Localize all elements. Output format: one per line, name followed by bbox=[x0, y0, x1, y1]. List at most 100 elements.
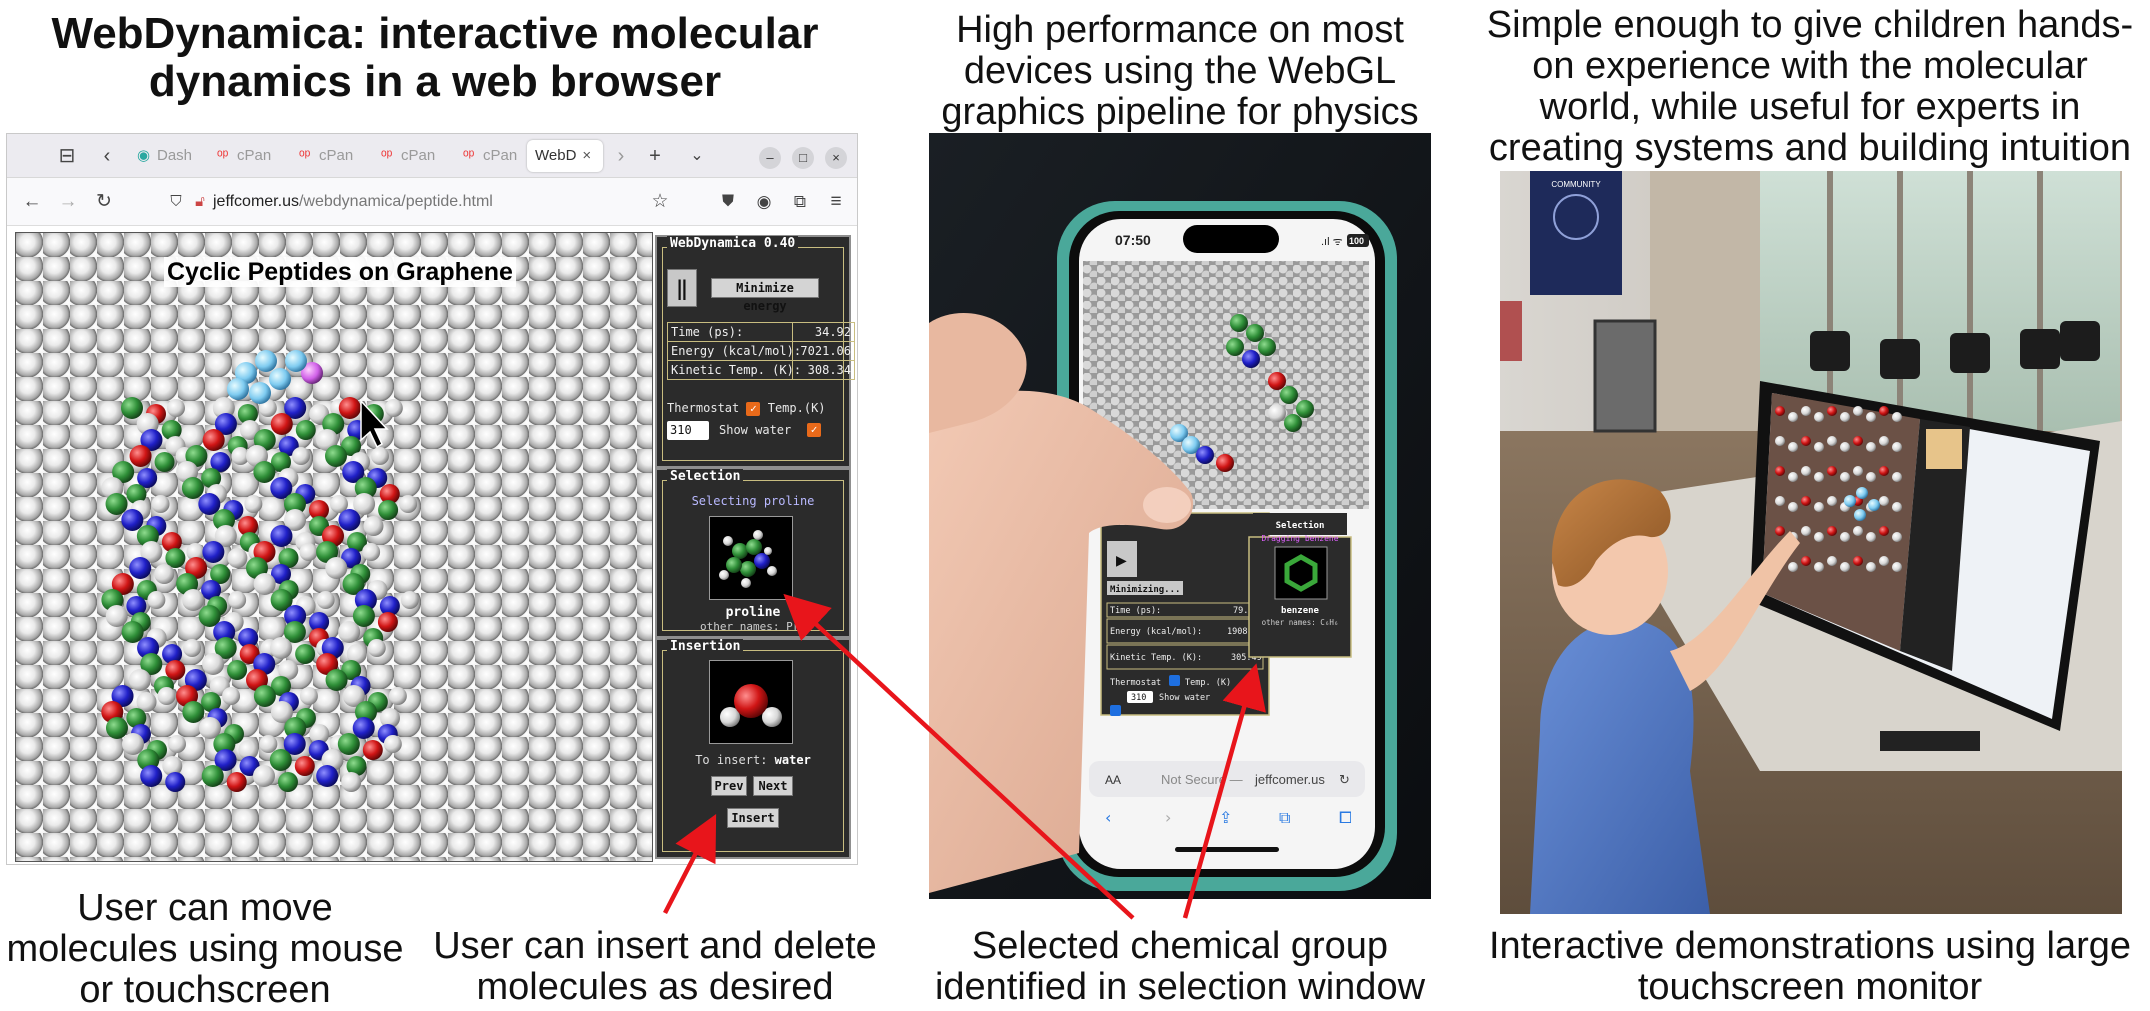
wall-fixture bbox=[1593, 319, 1657, 433]
temperature-input[interactable]: 310 bbox=[667, 421, 709, 440]
atom bbox=[129, 445, 152, 467]
atom bbox=[249, 382, 271, 404]
atom bbox=[1879, 406, 1889, 416]
bookmark-star-icon[interactable]: ☆ bbox=[647, 178, 673, 226]
atom bbox=[269, 368, 291, 390]
shield-icon[interactable]: ⛉ bbox=[163, 178, 189, 226]
close-window-icon[interactable]: × bbox=[825, 147, 847, 169]
atom bbox=[253, 573, 276, 595]
phone-selected-other-names: other names: C₆H₆ bbox=[1262, 618, 1339, 627]
stat-value: 308.34 bbox=[807, 363, 851, 377]
account-icon[interactable]: ◉ bbox=[751, 178, 777, 226]
atom bbox=[151, 495, 170, 513]
tab-label: WebD bbox=[535, 147, 577, 164]
insecure-lock-icon[interactable]: 🔓︎ bbox=[187, 178, 213, 226]
water-molecule-icon bbox=[720, 684, 782, 727]
simulation-canvas[interactable]: Cyclic Peptides on Graphene bbox=[15, 232, 653, 862]
atom bbox=[1788, 472, 1798, 482]
atom bbox=[299, 687, 318, 705]
tab-scroll-left-icon[interactable]: ‹ bbox=[95, 134, 119, 178]
tab-list-icon[interactable]: ⊟ bbox=[52, 134, 82, 178]
tab-cpanel-2[interactable]: ᵒᵖ cPan bbox=[299, 140, 373, 172]
pause-button[interactable]: ‖ bbox=[667, 269, 697, 307]
atom bbox=[183, 639, 202, 657]
atom bbox=[1827, 496, 1837, 506]
phone-back-icon[interactable]: ‹ bbox=[1105, 808, 1111, 827]
atom bbox=[1814, 472, 1824, 482]
thermostat-checkbox[interactable]: ✓ bbox=[746, 401, 761, 416]
classroom-scene: COMMUNITY bbox=[1500, 171, 2122, 914]
atom bbox=[1280, 386, 1298, 404]
atom bbox=[227, 378, 249, 400]
phone-tabs-icon[interactable]: ⧠ bbox=[1339, 808, 1352, 827]
next-button[interactable]: Next bbox=[753, 776, 793, 796]
phone-photo: 07:50 .ıl ᯤ 100 amica 0.40 ▶ Minimizing.… bbox=[929, 133, 1431, 899]
phone-thermostat-checkbox[interactable] bbox=[1169, 675, 1180, 686]
atom bbox=[277, 772, 298, 792]
forward-icon[interactable]: → bbox=[55, 178, 81, 226]
show-water-label: Show water bbox=[719, 423, 792, 437]
tab-cpanel-4[interactable]: ᵒᵖ cPan bbox=[463, 140, 535, 172]
atom bbox=[105, 493, 128, 515]
pocket-icon[interactable]: ⛊ bbox=[715, 178, 741, 226]
phone-reader-icon[interactable]: AA bbox=[1105, 773, 1121, 787]
atom bbox=[295, 644, 316, 664]
tab-scroll-right-icon[interactable]: › bbox=[611, 134, 631, 178]
atom bbox=[1844, 495, 1856, 507]
atom bbox=[338, 621, 361, 643]
atom bbox=[1258, 338, 1276, 356]
reload-icon[interactable]: ↻ bbox=[91, 178, 117, 226]
tab-dashboard[interactable]: ◉ Dash bbox=[137, 140, 207, 172]
phone-bookmarks-icon[interactable]: ⧉ bbox=[1279, 808, 1290, 827]
prev-button[interactable]: Prev bbox=[711, 776, 747, 796]
new-tab-icon[interactable]: + bbox=[641, 134, 669, 178]
stat-value: 34.92 bbox=[814, 325, 851, 339]
maximize-window-icon[interactable]: □ bbox=[792, 147, 814, 169]
extensions-icon[interactable]: ⧉ bbox=[787, 178, 813, 226]
url-bar[interactable]: jeffcomer.us/webdynamica/peptide.html bbox=[213, 185, 643, 218]
tab-overflow-chevron-icon[interactable]: ⌄ bbox=[683, 134, 711, 178]
tab-cpanel-3[interactable]: ᵒᵖ cPan bbox=[381, 140, 455, 172]
phone-stat-label: Kinetic Temp. (K): bbox=[1110, 653, 1202, 663]
cpanel-tab-icon: ᵒᵖ bbox=[463, 147, 475, 165]
atom bbox=[122, 733, 145, 755]
phone-temp-label: Temp. (K) bbox=[1185, 678, 1231, 688]
back-icon[interactable]: ← bbox=[19, 178, 45, 226]
battery-level: 100 bbox=[1349, 236, 1364, 246]
atom bbox=[1775, 466, 1785, 476]
minimize-energy-button[interactable]: Minimize energy bbox=[711, 278, 819, 313]
phone-show-water-checkbox[interactable] bbox=[1110, 705, 1121, 716]
atom bbox=[285, 350, 307, 372]
atom bbox=[1868, 499, 1880, 511]
selected-proline-molecule[interactable] bbox=[227, 350, 323, 404]
phone-forward-icon[interactable]: › bbox=[1165, 808, 1171, 827]
atom bbox=[1892, 532, 1902, 542]
minimize-window-icon[interactable]: – bbox=[759, 147, 781, 169]
stat-energy: Energy (kcal/mol): 7021.06 bbox=[667, 341, 855, 361]
atom bbox=[362, 543, 381, 561]
atom bbox=[1866, 442, 1876, 452]
atom bbox=[316, 765, 339, 787]
atom bbox=[1801, 436, 1811, 446]
atom bbox=[1814, 442, 1824, 452]
main-title-line-1: WebDynamica: interactive molecular bbox=[51, 9, 819, 58]
phone-reload-icon[interactable]: ↻ bbox=[1339, 773, 1350, 788]
signal-wifi-icon: .ıl ᯤ bbox=[1321, 236, 1343, 248]
atom bbox=[157, 687, 176, 705]
caption-selected-line-1: Selected chemical group bbox=[971, 925, 1389, 967]
atom bbox=[1216, 454, 1234, 472]
atom bbox=[1840, 412, 1850, 422]
url-host: jeffcomer.us bbox=[213, 193, 299, 210]
show-water-checkbox[interactable]: ✓ bbox=[807, 423, 821, 437]
tab-cpanel-1[interactable]: ᵒᵖ cPan bbox=[217, 140, 291, 172]
phone-selected-molecule: benzene bbox=[1281, 606, 1320, 616]
insert-button[interactable]: Insert bbox=[727, 808, 779, 828]
phone-share-icon[interactable]: ⇪ bbox=[1219, 808, 1232, 827]
atom bbox=[154, 564, 175, 584]
close-tab-icon[interactable]: × bbox=[582, 147, 591, 164]
water-preview bbox=[709, 660, 793, 744]
peptide-molecules[interactable] bbox=[16, 233, 653, 862]
atom bbox=[1892, 412, 1902, 422]
tab-webdynamica[interactable]: WebD × bbox=[527, 140, 603, 172]
menu-icon[interactable]: ≡ bbox=[823, 178, 849, 226]
